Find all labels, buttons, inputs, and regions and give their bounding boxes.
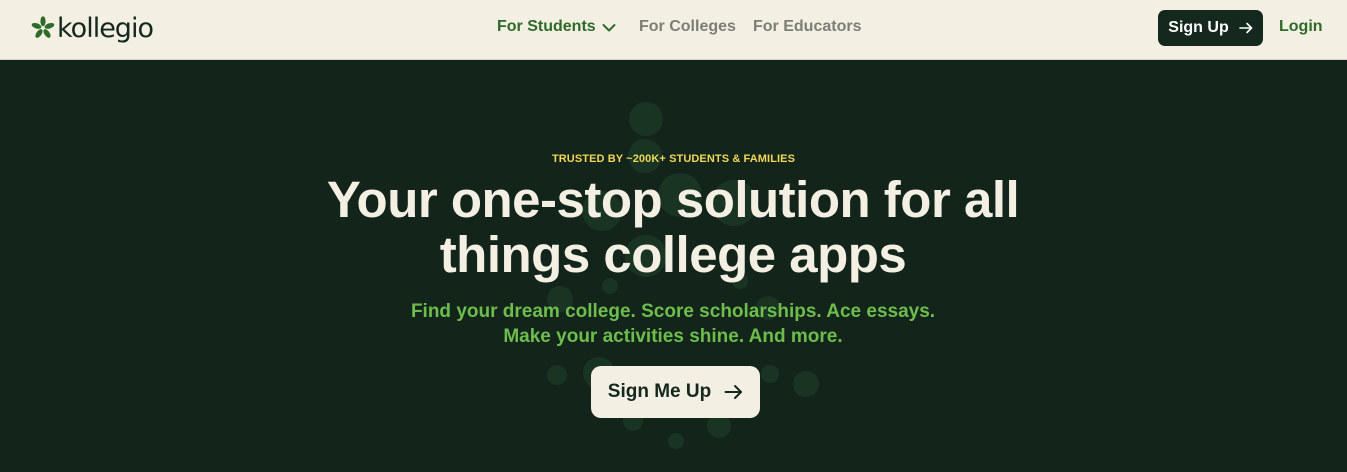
nav-for-educators[interactable]: For Educators [753, 17, 861, 37]
nav-for-colleges[interactable]: For Colleges [639, 17, 736, 37]
nav-for-students-label: For Students [497, 18, 596, 35]
hero-subhead-line: Make your activities shine. And more. [503, 326, 843, 347]
arrow-right-icon [724, 385, 743, 399]
hero-headline: Your one-stop solution for all things co… [326, 171, 1020, 283]
hero-subhead: Find your dream college. Score scholarsh… [373, 299, 973, 349]
header-signup-button[interactable]: Sign Up [1158, 10, 1263, 46]
nav-for-students[interactable]: For Students [497, 17, 616, 37]
sign-me-up-button[interactable]: Sign Me Up [591, 366, 760, 418]
flower-asterisk-icon [31, 16, 55, 38]
header-signup-label: Sign Up [1168, 19, 1229, 36]
trust-eyebrow: TRUSTED BY ~200K+ STUDENTS & FAMILIES [551, 153, 796, 165]
login-link[interactable]: Login [1279, 17, 1323, 37]
cta-label: Sign Me Up [607, 381, 712, 402]
arrow-right-icon [1238, 22, 1253, 34]
logo[interactable]: kollegio [31, 10, 154, 46]
chevron-down-icon [602, 23, 616, 31]
hero-subhead-line: Find your dream college. Score scholarsh… [410, 301, 936, 322]
site-header: kollegio For Students For Colleges For E… [0, 0, 1347, 60]
logo-text: kollegio [57, 12, 154, 44]
